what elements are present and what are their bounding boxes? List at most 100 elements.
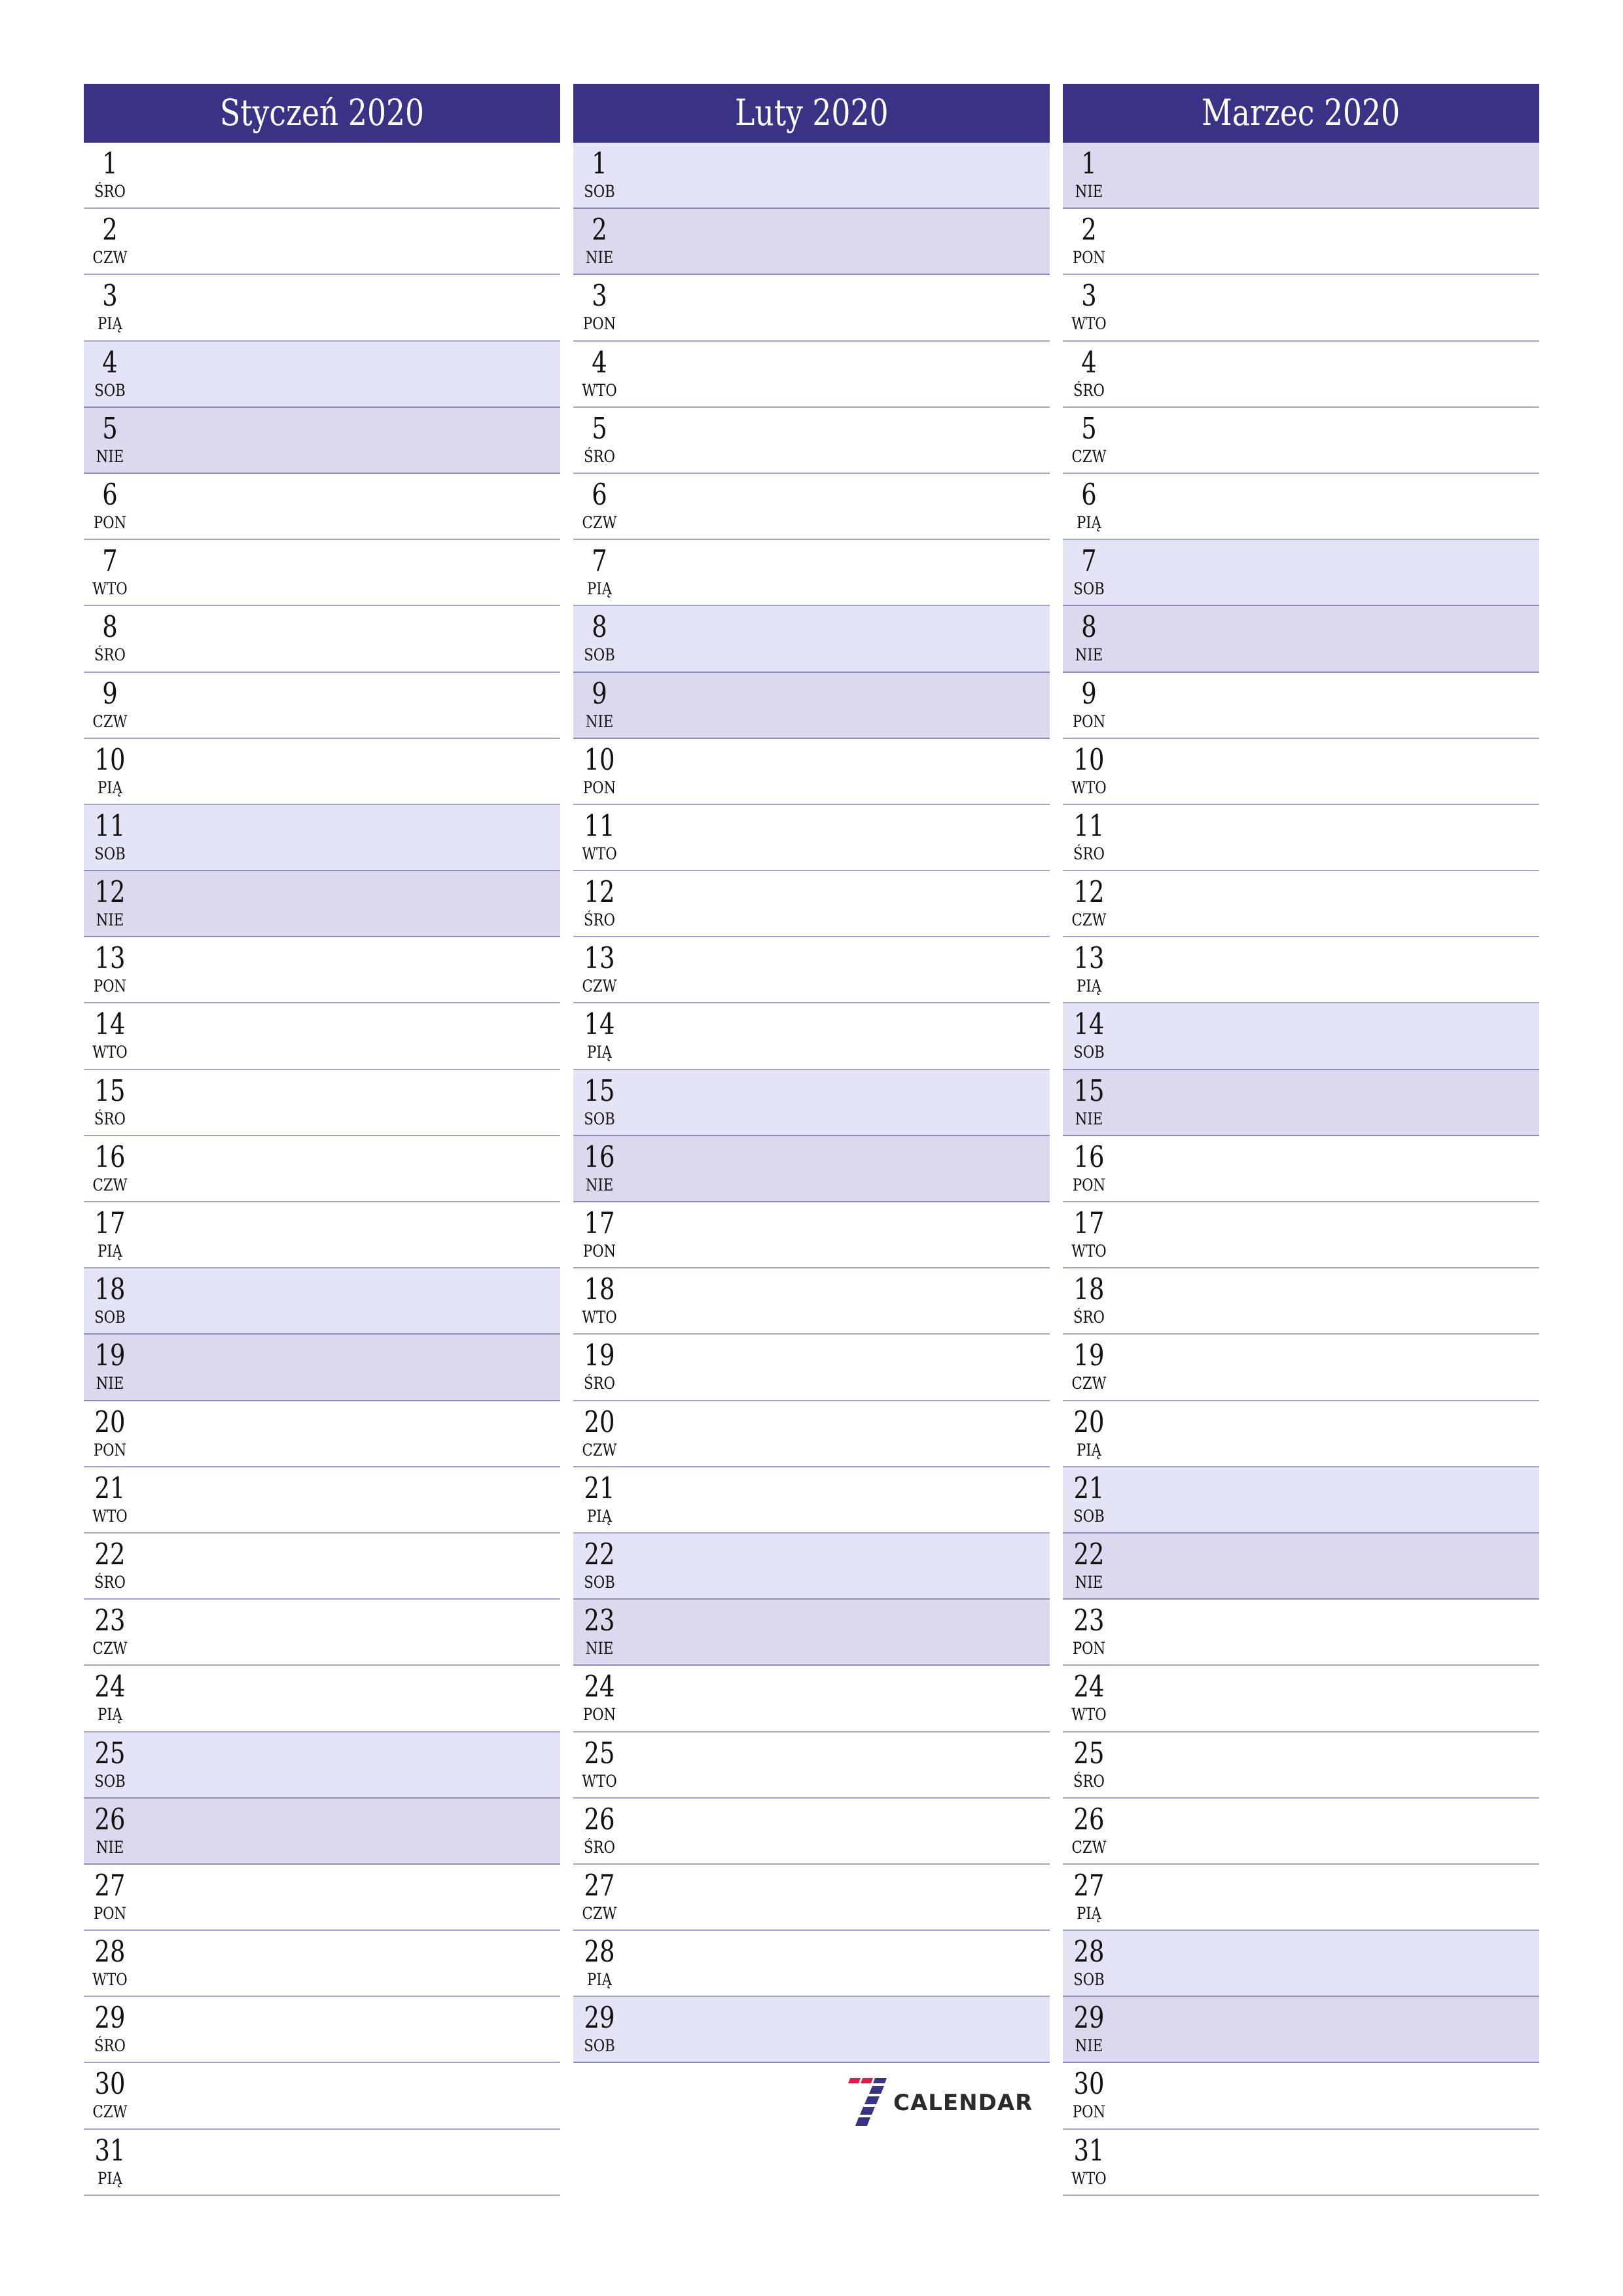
- weekday-label: NIE: [585, 1639, 614, 1659]
- day-number: 13: [584, 941, 615, 976]
- weekday-label: PIĄ: [586, 1506, 613, 1526]
- month-january: Styczeń 2020 1 ŚRO 2 CZW 3 PIĄ 4 SOB 5 NIE 6 PON 7 WT…: [84, 84, 560, 2196]
- weekday-label: ŚRO: [1073, 1308, 1105, 1327]
- day-row: 24 PIĄ: [84, 1666, 560, 1732]
- day-row: 14 WTO: [84, 1003, 560, 1070]
- day-row: 20 PIĄ: [1063, 1401, 1539, 1467]
- day-row: 20 CZW: [573, 1401, 1050, 1467]
- day-number: 15: [94, 1073, 126, 1108]
- weekday-label: PON: [1072, 1175, 1106, 1194]
- day-number: 14: [584, 1007, 615, 1042]
- day-row: 22 SOB: [573, 1533, 1050, 1600]
- month-title: Marzec 2020: [1202, 91, 1400, 134]
- day-row: 23 CZW: [84, 1600, 560, 1666]
- day-row: 11 SOB: [84, 804, 560, 872]
- day-row: 21 PIĄ: [573, 1467, 1050, 1534]
- weekday-label: NIE: [96, 1374, 124, 1393]
- month-header: Styczeń 2020: [84, 84, 560, 143]
- weekday-label: WTO: [582, 1308, 617, 1327]
- day-row: 8 SOB: [573, 606, 1050, 673]
- day-number: 5: [1081, 410, 1097, 446]
- day-row: 10 PIĄ: [84, 738, 560, 805]
- day-row: 28 SOB: [1063, 1931, 1539, 1998]
- weekday-label: PON: [1072, 248, 1106, 268]
- day-number: 24: [1073, 1669, 1105, 1704]
- day-row: 17 PIĄ: [84, 1202, 560, 1269]
- day-number: 4: [102, 344, 118, 380]
- day-number: 20: [94, 1404, 126, 1439]
- weekday-label: SOB: [94, 380, 126, 400]
- day-row: 12 NIE: [84, 871, 560, 938]
- weekday-label: SOB: [1073, 1043, 1105, 1062]
- day-row: 19 NIE: [84, 1335, 560, 1401]
- weekday-label: NIE: [96, 446, 124, 466]
- day-number: 13: [94, 941, 126, 976]
- weekday-label: NIE: [1075, 2036, 1103, 2056]
- weekday-label: NIE: [1075, 645, 1103, 665]
- day-number: 2: [102, 212, 118, 247]
- day-number: 19: [1073, 1338, 1105, 1373]
- day-number: 23: [1073, 1603, 1105, 1638]
- day-number: 24: [94, 1669, 126, 1704]
- weekday-label: WTO: [582, 380, 617, 400]
- day-number: 4: [592, 344, 607, 380]
- weekday-label: SOB: [94, 844, 126, 863]
- day-row: 7 SOB: [1063, 540, 1539, 607]
- day-row: 19 ŚRO: [573, 1335, 1050, 1401]
- day-number: 9: [592, 675, 607, 711]
- weekday-label: WTO: [582, 844, 617, 863]
- day-row: 26 NIE: [84, 1798, 560, 1865]
- day-row: 30 PON: [1063, 2063, 1539, 2130]
- weekday-label: SOB: [1073, 1506, 1105, 1526]
- logo-red-segment: [848, 2078, 861, 2083]
- day-number: 1: [1081, 146, 1097, 181]
- day-number: 6: [102, 476, 118, 512]
- day-number: 12: [584, 874, 615, 910]
- day-row: 29 SOB: [573, 1997, 1050, 2064]
- day-row: 24 PON: [573, 1666, 1050, 1732]
- day-row: 21 WTO: [84, 1467, 560, 1534]
- day-row: 14 PIĄ: [573, 1003, 1050, 1070]
- day-row: 13 CZW: [573, 937, 1050, 1004]
- day-number: 22: [1073, 1536, 1105, 1571]
- day-row: 12 CZW: [1063, 871, 1539, 938]
- month-title: Styczeń 2020: [219, 91, 425, 134]
- weekday-label: ŚRO: [1073, 844, 1105, 863]
- day-row: 4 SOB: [84, 341, 560, 408]
- day-number: 5: [102, 410, 118, 446]
- weekday-label: ŚRO: [584, 1837, 615, 1857]
- weekday-label: PIĄ: [1076, 1440, 1102, 1460]
- weekday-label: ŚRO: [1073, 1771, 1105, 1791]
- day-number: 26: [94, 1801, 126, 1837]
- day-row: 27 PIĄ: [1063, 1864, 1539, 1931]
- day-row: 16 PON: [1063, 1136, 1539, 1202]
- day-row: 2 NIE: [573, 209, 1050, 276]
- weekday-label: PIĄ: [586, 1043, 613, 1062]
- day-number: 8: [1081, 609, 1097, 645]
- weekday-label: CZW: [92, 1639, 128, 1659]
- day-number: 11: [584, 808, 615, 843]
- day-row: 27 PON: [84, 1864, 560, 1931]
- day-row: 26 CZW: [1063, 1798, 1539, 1865]
- weekday-label: CZW: [92, 711, 128, 731]
- day-number: 11: [1073, 808, 1105, 843]
- weekday-label: NIE: [96, 910, 124, 930]
- day-row: 9 NIE: [573, 672, 1050, 739]
- day-number: 17: [94, 1206, 126, 1240]
- day-number: 30: [1073, 2066, 1105, 2102]
- weekday-label: PIĄ: [97, 1705, 123, 1725]
- day-row: 20 PON: [84, 1401, 560, 1467]
- weekday-label: CZW: [582, 977, 617, 996]
- month-header: Luty 2020: [573, 84, 1050, 143]
- day-number: 18: [1073, 1272, 1105, 1307]
- month-title: Luty 2020: [734, 91, 889, 134]
- day-number: 7: [1081, 543, 1097, 579]
- month-march: Marzec 2020 1 NIE 2 PON 3 WTO 4 ŚRO 5 CZW 6 PIĄ 7 SOB…: [1063, 84, 1539, 2196]
- weekday-label: PON: [93, 512, 127, 532]
- day-row: 28 WTO: [84, 1931, 560, 1998]
- day-number: 2: [1081, 212, 1097, 247]
- weekday-label: CZW: [582, 1903, 617, 1923]
- day-row: 4 WTO: [573, 341, 1050, 408]
- day-row: 15 NIE: [1063, 1069, 1539, 1136]
- day-number: 10: [94, 742, 126, 777]
